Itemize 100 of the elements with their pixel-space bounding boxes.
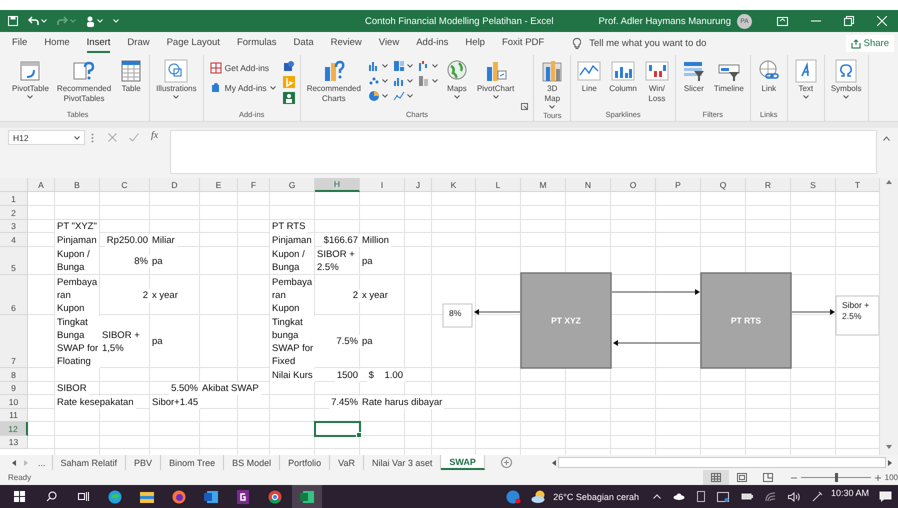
speaker-icon[interactable] [788,492,800,502]
weather-text[interactable]: 26°C Sebagian cerah [553,492,639,502]
weather-icon[interactable] [531,490,548,503]
insert-function-button[interactable]: fx [151,130,158,141]
recommended-pivot-tables-button[interactable]: Recommended PivotTables [56,57,112,106]
quick-access-button[interactable] [86,16,103,26]
notification-icon[interactable] [879,490,892,502]
pen-icon[interactable] [812,491,823,502]
chart-type-button[interactable] [392,90,413,102]
chart-type-button[interactable] [392,75,413,87]
row-number[interactable]: 9 [0,382,28,395]
win-loss-sparkline-button[interactable]: Win/ Loss [644,57,670,106]
sheet-tab[interactable]: SWAP [441,455,485,470]
text-button[interactable]: Text [792,57,819,101]
menu-tab[interactable]: Data [294,34,314,53]
quick-access-button[interactable] [28,16,47,26]
row-number[interactable]: 12 [0,422,28,436]
heading-letter[interactable]: S [791,178,836,192]
help-icon[interactable] [506,490,522,504]
collapse-icon[interactable] [883,136,890,141]
view-button[interactable] [702,470,729,485]
heading-letter[interactable]: N [566,178,611,192]
row-number[interactable]: 2 [0,206,28,220]
my-add-ins-button[interactable]: My Add-ins [208,80,277,96]
phone-icon[interactable] [696,491,705,502]
row-number[interactable]: 8 [0,368,28,382]
table-button[interactable]: Table [118,57,144,96]
heading-letter[interactable]: J [405,178,432,192]
share-button[interactable]: Share [846,35,894,52]
menu-tab[interactable]: Insert [86,34,110,53]
heading-letter[interactable]: D [150,178,200,192]
tray-expand-icon[interactable] [652,494,661,499]
link-button[interactable]: Link [756,57,782,96]
heading-letter[interactable]: A [28,178,55,192]
menu-tab[interactable]: Formulas [236,34,277,53]
recommended-charts-button[interactable]: Recommended Charts [306,57,362,106]
row-number[interactable]: 4 [0,233,28,247]
horizontal-scrollbar[interactable] [552,455,892,470]
menu-tab[interactable]: View [378,34,400,53]
add-in-button[interactable] [282,60,295,72]
row-number[interactable]: 13 [0,436,28,449]
zoom-thumb[interactable] [834,473,838,482]
slicer-button[interactable]: Slicer [680,57,707,96]
menu-tab[interactable]: File [12,34,28,53]
chart-type-button[interactable] [368,90,388,102]
maps-button[interactable]: Maps [444,57,470,101]
row-number[interactable]: 5 [0,247,28,275]
row-number[interactable]: 11 [0,409,28,422]
heading-letter[interactable]: M [521,178,566,192]
wifi-icon[interactable] [764,492,776,502]
add-in-button[interactable] [282,92,295,104]
clock[interactable]: 10:30 AM [830,485,869,498]
quick-access-button[interactable] [113,19,119,23]
row-number[interactable]: 3 [0,220,28,233]
line-sparkline-button[interactable]: Line [576,57,602,96]
3d-map-button[interactable]: 3D Map [539,57,566,111]
battery-icon[interactable] [740,493,753,500]
tell-me-search[interactable]: Tell me what you want to do [567,37,712,50]
menu-tab[interactable]: Home [44,34,70,53]
chart-type-button[interactable] [368,60,388,72]
heading-letter[interactable]: Q [701,178,746,192]
chart-type-button[interactable] [418,75,438,87]
row-number[interactable]: 7 [0,315,28,368]
heading-letter[interactable]: P [656,178,701,192]
row-number[interactable]: 10 [0,395,28,409]
get-add-ins-button[interactable]: Get Add-ins [208,60,277,76]
menu-tab[interactable]: Review [330,34,362,53]
heading-letter[interactable]: C [100,178,150,192]
cloud-icon[interactable] [672,493,685,500]
name-box[interactable]: H12 [8,130,85,145]
heading-letter[interactable]: E [200,178,238,192]
illustrations-button[interactable]: Illustrations [155,57,198,101]
menu-tab[interactable]: Page Layout [166,34,220,53]
heading-letter[interactable]: R [746,178,791,192]
chart-type-button[interactable] [368,75,388,87]
chart-type-button[interactable] [392,60,413,72]
menu-tab[interactable]: Foxit PDF [502,34,544,53]
heading-letter[interactable]: O [611,178,656,192]
timeline-button[interactable]: Timeline [712,57,745,96]
heading-letter[interactable]: T [836,178,880,192]
heading-letter[interactable]: K [432,178,476,192]
heading-letter[interactable]: I [360,178,405,192]
menu-tab[interactable]: Add-ins [416,34,448,53]
chart-type-button[interactable] [418,60,438,72]
pivot-table-button[interactable]: PivotTable [11,57,50,101]
formula-input[interactable] [170,130,877,174]
heading-letter[interactable]: G [270,178,315,192]
quick-access-button[interactable] [8,16,18,26]
symbols-button[interactable]: Symbols [830,57,862,101]
row-number[interactable]: 1 [0,192,28,206]
menu-tab[interactable]: Help [465,34,485,53]
heading-letter[interactable]: F [238,178,270,192]
menu-tab[interactable]: Draw [127,34,150,53]
column-sparkline-button[interactable]: Column [608,57,638,96]
zoom-level[interactable]: 100 [884,473,898,482]
zoom-in-button[interactable] [874,474,881,480]
heading-letter[interactable]: L [476,178,521,192]
heading-letter[interactable]: H [315,178,360,192]
row-number[interactable]: 6 [0,275,28,315]
pivot-chart-button[interactable]: PivotChart [476,57,516,101]
